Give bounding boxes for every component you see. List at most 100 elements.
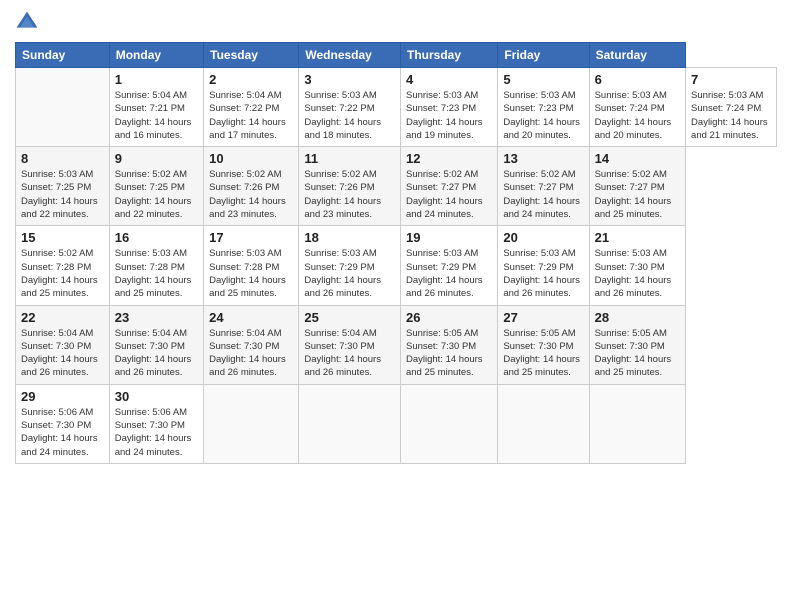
calendar-cell: 17 Sunrise: 5:03 AMSunset: 7:28 PMDayligh… bbox=[204, 226, 299, 305]
calendar-cell: 30 Sunrise: 5:06 AMSunset: 7:30 PMDayligh… bbox=[109, 384, 203, 463]
day-number: 23 bbox=[115, 310, 198, 325]
day-number: 25 bbox=[304, 310, 395, 325]
day-info: Sunrise: 5:03 AMSunset: 7:29 PMDaylight:… bbox=[503, 247, 583, 300]
calendar-cell: 10 Sunrise: 5:02 AMSunset: 7:26 PMDayligh… bbox=[204, 147, 299, 226]
calendar-header-saturday: Saturday bbox=[589, 43, 685, 68]
day-info: Sunrise: 5:03 AMSunset: 7:24 PMDaylight:… bbox=[691, 89, 771, 142]
calendar-cell: 15 Sunrise: 5:02 AMSunset: 7:28 PMDayligh… bbox=[16, 226, 110, 305]
calendar-cell: 12Sunrise: 5:02 AMSunset: 7:27 PMDayligh… bbox=[400, 147, 497, 226]
day-number: 1 bbox=[115, 72, 198, 87]
day-number: 4 bbox=[406, 72, 492, 87]
calendar-header-wednesday: Wednesday bbox=[299, 43, 401, 68]
calendar-header-thursday: Thursday bbox=[400, 43, 497, 68]
day-info: Sunrise: 5:04 AMSunset: 7:30 PMDaylight:… bbox=[304, 327, 395, 380]
day-info: Sunrise: 5:04 AMSunset: 7:30 PMDaylight:… bbox=[209, 327, 293, 380]
day-info: Sunrise: 5:05 AMSunset: 7:30 PMDaylight:… bbox=[406, 327, 492, 380]
day-number: 19 bbox=[406, 230, 492, 245]
calendar-header-monday: Monday bbox=[109, 43, 203, 68]
calendar-cell: 21 Sunrise: 5:03 AMSunset: 7:30 PMDayligh… bbox=[589, 226, 685, 305]
day-number: 17 bbox=[209, 230, 293, 245]
day-number: 9 bbox=[115, 151, 198, 166]
day-number: 27 bbox=[503, 310, 583, 325]
calendar-cell: 16Sunrise: 5:03 AMSunset: 7:28 PMDayligh… bbox=[109, 226, 203, 305]
calendar-cell: 22 Sunrise: 5:04 AMSunset: 7:30 PMDayligh… bbox=[16, 305, 110, 384]
day-number: 14 bbox=[595, 151, 680, 166]
calendar-cell: 23 Sunrise: 5:04 AMSunset: 7:30 PMDayligh… bbox=[109, 305, 203, 384]
calendar-cell: 6Sunrise: 5:03 AMSunset: 7:24 PMDaylight… bbox=[589, 68, 685, 147]
day-number: 24 bbox=[209, 310, 293, 325]
calendar-cell bbox=[16, 68, 110, 147]
logo-icon bbox=[15, 10, 39, 34]
calendar-cell: 9 Sunrise: 5:02 AMSunset: 7:25 PMDaylight… bbox=[109, 147, 203, 226]
day-info: Sunrise: 5:06 AMSunset: 7:30 PMDaylight:… bbox=[115, 406, 198, 459]
day-info: Sunrise: 5:04 AMSunset: 7:30 PMDaylight:… bbox=[21, 327, 104, 380]
day-info: Sunrise: 5:02 AMSunset: 7:26 PMDaylight:… bbox=[304, 168, 395, 221]
calendar-cell bbox=[299, 384, 401, 463]
day-number: 13 bbox=[503, 151, 583, 166]
calendar-cell: 5 Sunrise: 5:03 AMSunset: 7:23 PMDaylight… bbox=[498, 68, 589, 147]
day-info: Sunrise: 5:02 AMSunset: 7:28 PMDaylight:… bbox=[21, 247, 104, 300]
day-info: Sunrise: 5:03 AMSunset: 7:29 PMDaylight:… bbox=[406, 247, 492, 300]
calendar-week-row: 15 Sunrise: 5:02 AMSunset: 7:28 PMDayligh… bbox=[16, 226, 777, 305]
day-number: 3 bbox=[304, 72, 395, 87]
day-number: 21 bbox=[595, 230, 680, 245]
day-info: Sunrise: 5:03 AMSunset: 7:28 PMDaylight:… bbox=[209, 247, 293, 300]
calendar-cell: 14Sunrise: 5:02 AMSunset: 7:27 PMDayligh… bbox=[589, 147, 685, 226]
logo bbox=[15, 10, 43, 34]
calendar-cell: 1 Sunrise: 5:04 AMSunset: 7:21 PMDaylight… bbox=[109, 68, 203, 147]
day-number: 5 bbox=[503, 72, 583, 87]
day-info: Sunrise: 5:05 AMSunset: 7:30 PMDaylight:… bbox=[595, 327, 680, 380]
day-number: 15 bbox=[21, 230, 104, 245]
day-number: 22 bbox=[21, 310, 104, 325]
calendar-cell: 4Sunrise: 5:03 AMSunset: 7:23 PMDaylight… bbox=[400, 68, 497, 147]
day-number: 28 bbox=[595, 310, 680, 325]
day-info: Sunrise: 5:03 AMSunset: 7:30 PMDaylight:… bbox=[595, 247, 680, 300]
calendar-cell: 29Sunrise: 5:06 AMSunset: 7:30 PMDayligh… bbox=[16, 384, 110, 463]
calendar-cell: 11 Sunrise: 5:02 AMSunset: 7:26 PMDayligh… bbox=[299, 147, 401, 226]
calendar-cell: 28 Sunrise: 5:05 AMSunset: 7:30 PMDayligh… bbox=[589, 305, 685, 384]
calendar-cell: 2 Sunrise: 5:04 AMSunset: 7:22 PMDaylight… bbox=[204, 68, 299, 147]
day-number: 11 bbox=[304, 151, 395, 166]
day-info: Sunrise: 5:03 AMSunset: 7:28 PMDaylight:… bbox=[115, 247, 198, 300]
day-number: 12 bbox=[406, 151, 492, 166]
day-info: Sunrise: 5:03 AMSunset: 7:25 PMDaylight:… bbox=[21, 168, 104, 221]
day-info: Sunrise: 5:03 AMSunset: 7:23 PMDaylight:… bbox=[503, 89, 583, 142]
day-info: Sunrise: 5:03 AMSunset: 7:22 PMDaylight:… bbox=[304, 89, 395, 142]
day-number: 2 bbox=[209, 72, 293, 87]
day-info: Sunrise: 5:02 AMSunset: 7:25 PMDaylight:… bbox=[115, 168, 198, 221]
calendar-cell bbox=[400, 384, 497, 463]
day-info: Sunrise: 5:04 AMSunset: 7:30 PMDaylight:… bbox=[115, 327, 198, 380]
calendar-week-row: 22 Sunrise: 5:04 AMSunset: 7:30 PMDayligh… bbox=[16, 305, 777, 384]
calendar-cell: 19 Sunrise: 5:03 AMSunset: 7:29 PMDayligh… bbox=[400, 226, 497, 305]
calendar-cell: 26Sunrise: 5:05 AMSunset: 7:30 PMDayligh… bbox=[400, 305, 497, 384]
calendar-week-row: 29 Sunrise: 5:06 AMSunset: 7:30 PMDayligh… bbox=[16, 384, 777, 463]
calendar-cell: 13 Sunrise: 5:02 AMSunset: 7:27 PMDayligh… bbox=[498, 147, 589, 226]
day-info: Sunrise: 5:04 AMSunset: 7:21 PMDaylight:… bbox=[115, 89, 198, 142]
calendar-cell bbox=[204, 384, 299, 463]
calendar-header-friday: Friday bbox=[498, 43, 589, 68]
calendar-cell: 25 Sunrise: 5:04 AMSunset: 7:30 PMDayligh… bbox=[299, 305, 401, 384]
calendar-cell bbox=[498, 384, 589, 463]
day-info: Sunrise: 5:04 AMSunset: 7:22 PMDaylight:… bbox=[209, 89, 293, 142]
calendar-table: SundayMondayTuesdayWednesdayThursdayFrid… bbox=[15, 42, 777, 464]
calendar-cell: 18Sunrise: 5:03 AMSunset: 7:29 PMDayligh… bbox=[299, 226, 401, 305]
calendar-cell: 8Sunrise: 5:03 AMSunset: 7:25 PMDaylight… bbox=[16, 147, 110, 226]
calendar-cell: 20 Sunrise: 5:03 AMSunset: 7:29 PMDayligh… bbox=[498, 226, 589, 305]
day-number: 20 bbox=[503, 230, 583, 245]
day-number: 29 bbox=[21, 389, 104, 404]
day-number: 18 bbox=[304, 230, 395, 245]
day-number: 7 bbox=[691, 72, 771, 87]
page-container: SundayMondayTuesdayWednesdayThursdayFrid… bbox=[0, 0, 792, 474]
day-info: Sunrise: 5:02 AMSunset: 7:26 PMDaylight:… bbox=[209, 168, 293, 221]
day-number: 6 bbox=[595, 72, 680, 87]
day-number: 10 bbox=[209, 151, 293, 166]
calendar-cell: 24 Sunrise: 5:04 AMSunset: 7:30 PMDayligh… bbox=[204, 305, 299, 384]
day-info: Sunrise: 5:02 AMSunset: 7:27 PMDaylight:… bbox=[503, 168, 583, 221]
header bbox=[15, 10, 777, 34]
calendar-cell: 27Sunrise: 5:05 AMSunset: 7:30 PMDayligh… bbox=[498, 305, 589, 384]
day-number: 30 bbox=[115, 389, 198, 404]
calendar-cell: 3 Sunrise: 5:03 AMSunset: 7:22 PMDaylight… bbox=[299, 68, 401, 147]
calendar-header-tuesday: Tuesday bbox=[204, 43, 299, 68]
calendar-week-row: 8Sunrise: 5:03 AMSunset: 7:25 PMDaylight… bbox=[16, 147, 777, 226]
calendar-header-row: SundayMondayTuesdayWednesdayThursdayFrid… bbox=[16, 43, 777, 68]
